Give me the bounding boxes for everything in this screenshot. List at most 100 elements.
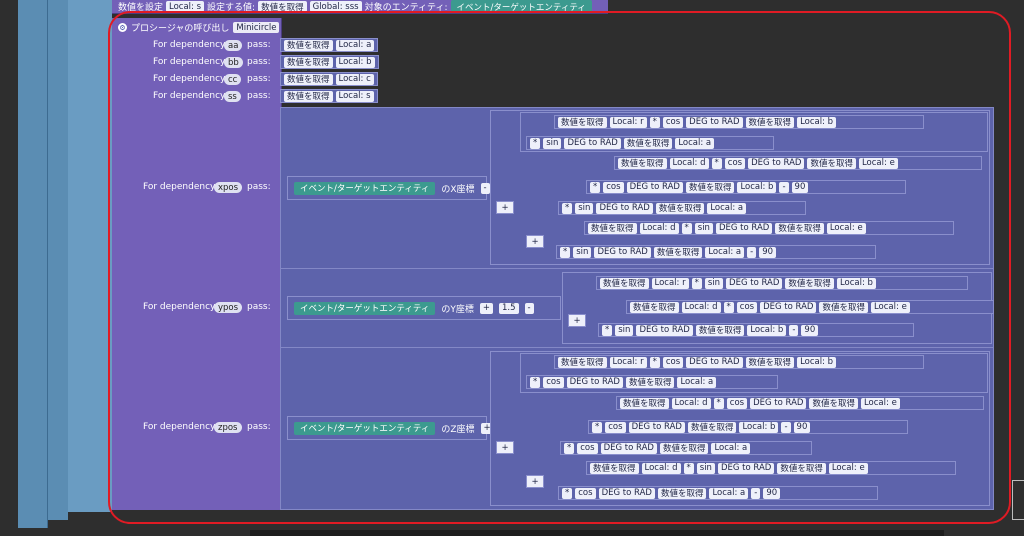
plus-operator[interactable]: +: [479, 302, 493, 314]
local-dropdown[interactable]: Local: e: [860, 397, 900, 409]
multiply-operator[interactable]: *: [649, 356, 660, 368]
multiply-operator[interactable]: *: [530, 137, 541, 149]
event-target-entity-block[interactable]: イベント/ターゲットエンティティ: [450, 0, 592, 13]
multiply-operator[interactable]: *: [530, 376, 541, 388]
outer-block-column[interactable]: [18, 0, 48, 528]
sin-b-minus-90-block[interactable]: * sin DEG to RAD 数値を取得 Local: b -90: [598, 323, 914, 337]
minus-operator[interactable]: -: [789, 324, 799, 336]
entity-z-coord-block[interactable]: イベント/ターゲットエンティティ のZ座標 +: [287, 416, 494, 440]
multiply-operator[interactable]: *: [602, 324, 613, 336]
global-sss-dropdown[interactable]: Global: sss: [309, 1, 362, 12]
cos-function[interactable]: cos: [726, 397, 748, 409]
local-dropdown[interactable]: Local: b: [737, 181, 777, 193]
deg-to-rad-function[interactable]: DEG to RAD: [726, 277, 783, 289]
entity-y-coord-block[interactable]: イベント/ターゲットエンティティ のY座標 + 1.5 -: [287, 296, 561, 320]
d-sin-e-block[interactable]: 数値を取得 Local: d * sin DEG to RAD 数値を取得 Local: e: [586, 461, 956, 475]
sin-function[interactable]: sin: [575, 202, 594, 214]
local-dropdown[interactable]: Local: b: [797, 356, 837, 368]
minus-operator[interactable]: -: [480, 182, 490, 194]
deg-to-rad-function[interactable]: DEG to RAD: [750, 397, 807, 409]
r-cos-b-block[interactable]: 数値を取得 Local: r * cos DEG to RAD 数値を取得 Local: b: [554, 115, 924, 129]
local-dropdown[interactable]: Local: d: [641, 462, 681, 474]
deg-to-rad-function[interactable]: DEG to RAD: [626, 181, 683, 193]
sin-function[interactable]: sin: [543, 137, 562, 149]
local-dropdown[interactable]: Local: e: [858, 157, 898, 169]
deg-to-rad-function[interactable]: DEG to RAD: [748, 157, 805, 169]
local-dropdown[interactable]: Local: a: [335, 39, 375, 51]
local-dropdown[interactable]: Local: b: [335, 56, 375, 68]
get-number-block[interactable]: 数値を取得 Local: a: [280, 38, 379, 52]
minus-operator[interactable]: -: [779, 181, 789, 193]
event-target-entity-block[interactable]: イベント/ターゲットエンティティ: [294, 301, 436, 315]
multiply-operator[interactable]: *: [691, 277, 702, 289]
cos-function[interactable]: cos: [575, 487, 596, 499]
local-dropdown[interactable]: Local: s: [335, 90, 374, 102]
deg-to-rad-function[interactable]: DEG to RAD: [600, 442, 657, 454]
local-dropdown[interactable]: Local: d: [671, 397, 711, 409]
local-dropdown[interactable]: Local: b: [797, 116, 837, 128]
local-dropdown[interactable]: Local: c: [335, 73, 374, 85]
local-dropdown[interactable]: Local: b: [747, 324, 787, 336]
deg-to-rad-function[interactable]: DEG to RAD: [594, 246, 651, 258]
sin-a-minus-90-block[interactable]: * sin DEG to RAD 数値を取得 Local: a -90: [556, 245, 876, 259]
cos-function[interactable]: cos: [724, 157, 746, 169]
cos-function[interactable]: cos: [543, 376, 564, 388]
local-dropdown[interactable]: Local: e: [826, 222, 866, 234]
get-number-block[interactable]: 数値を取得 Local: c: [280, 72, 378, 86]
local-dropdown[interactable]: Local: b: [739, 421, 779, 433]
number-input[interactable]: 90: [801, 324, 819, 336]
nested-block-column[interactable]: [68, 0, 112, 512]
multiply-operator[interactable]: *: [713, 397, 724, 409]
number-input[interactable]: 90: [763, 487, 781, 499]
minus-operator[interactable]: -: [524, 302, 534, 314]
local-dropdown[interactable]: Local: a: [675, 137, 715, 149]
multiply-operator[interactable]: *: [723, 301, 734, 313]
deg-to-rad-function[interactable]: DEG to RAD: [596, 202, 653, 214]
cos-b-minus-90-block[interactable]: * cos DEG to RAD 数値を取得 Local: b -90: [588, 420, 908, 434]
d-sin-e-block[interactable]: 数値を取得 Local: d * sin DEG to RAD 数値を取得 Local: e: [584, 221, 954, 235]
sin-function[interactable]: sin: [704, 277, 724, 289]
deg-to-rad-function[interactable]: DEG to RAD: [717, 462, 775, 474]
blockly-workspace[interactable]: 数値を設定 Local: s 設定する値: 数値を取得 Global: sss …: [0, 0, 1024, 536]
cos-a-block[interactable]: * cos DEG to RAD 数値を取得 Local: a: [560, 441, 812, 455]
cos-function[interactable]: cos: [662, 116, 684, 128]
deg-to-rad-function[interactable]: DEG to RAD: [686, 116, 743, 128]
sin-a-block[interactable]: * sin DEG to RAD 数値を取得 Local: a: [558, 201, 806, 215]
multiply-operator[interactable]: *: [560, 246, 571, 258]
local-dropdown[interactable]: Local: a: [709, 487, 749, 499]
trash-icon[interactable]: [1012, 480, 1024, 520]
cos-function[interactable]: cos: [605, 421, 626, 433]
number-input[interactable]: 90: [791, 181, 809, 193]
deg-to-rad-function[interactable]: DEG to RAD: [686, 356, 743, 368]
cos-function[interactable]: cos: [662, 356, 684, 368]
horizontal-scrollbar[interactable]: [250, 530, 944, 536]
sin-function[interactable]: sin: [615, 324, 634, 336]
plus-operator[interactable]: +: [496, 441, 514, 454]
deg-to-rad-function[interactable]: DEG to RAD: [760, 301, 817, 313]
entity-x-coord-block[interactable]: イベント/ターゲットエンティティ のX座標 -: [287, 176, 490, 200]
local-dropdown[interactable]: Local: e: [828, 462, 868, 474]
deg-to-rad-function[interactable]: DEG to RAD: [566, 376, 623, 388]
local-dropdown[interactable]: Local: d: [669, 157, 709, 169]
multiply-operator[interactable]: *: [562, 202, 573, 214]
multiply-operator[interactable]: *: [564, 442, 575, 454]
sin-function[interactable]: sin: [694, 222, 713, 234]
multiply-operator[interactable]: *: [683, 462, 694, 474]
plus-operator[interactable]: +: [496, 201, 514, 214]
event-target-entity-block[interactable]: イベント/ターゲットエンティティ: [294, 181, 436, 195]
deg-to-rad-function[interactable]: DEG to RAD: [564, 137, 621, 149]
minus-operator[interactable]: -: [781, 421, 791, 433]
cos-function[interactable]: cos: [603, 181, 624, 193]
number-input[interactable]: 1.5: [498, 302, 519, 314]
gear-icon[interactable]: ⚙: [118, 23, 127, 32]
local-dropdown[interactable]: Local: e: [870, 301, 910, 313]
minus-operator[interactable]: -: [751, 487, 761, 499]
get-number-block[interactable]: 数値を取得 Local: b: [280, 55, 379, 69]
local-dropdown[interactable]: Local: a: [707, 202, 747, 214]
sin-function[interactable]: sin: [696, 462, 715, 474]
multiply-operator[interactable]: *: [592, 421, 603, 433]
r-sin-b-block[interactable]: 数値を取得 Local: r * sin DEG to RAD 数値を取得 Local: b: [596, 276, 968, 290]
multiply-operator[interactable]: *: [649, 116, 660, 128]
r-cos-b-block[interactable]: 数値を取得 Local: r * cos DEG to RAD 数値を取得 Local: b: [554, 355, 924, 369]
minus-operator[interactable]: -: [747, 246, 757, 258]
